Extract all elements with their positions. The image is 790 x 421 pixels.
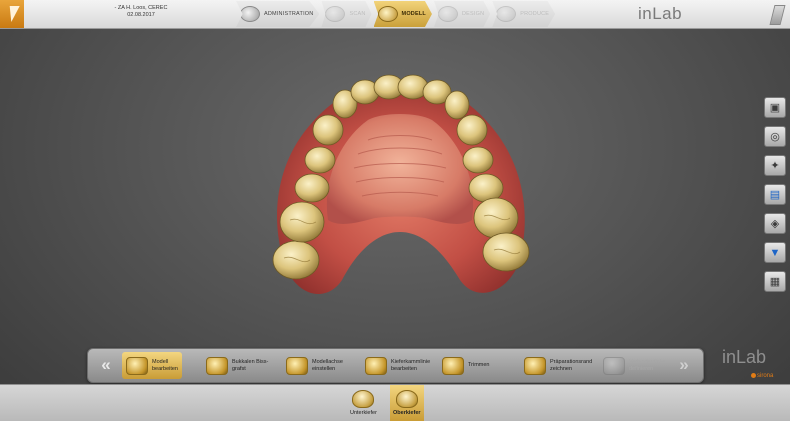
tooth xyxy=(304,146,336,174)
tooth xyxy=(272,240,320,280)
main-menu-button[interactable] xyxy=(0,0,24,28)
connector-thickness-icon xyxy=(603,356,625,375)
design-icon xyxy=(437,6,458,22)
catalog-icon: ▦ xyxy=(769,276,781,288)
tool-buccal-bite-label-1: Bukkalen Biss- xyxy=(232,359,269,365)
tooth xyxy=(294,173,330,203)
sirona-label: sirona xyxy=(757,373,774,379)
right-toolbar: ▣ ◎ ✦ ▤ ◈ ▼ ▦ xyxy=(764,97,788,292)
tool-prep-margin[interactable]: Präparationsrand zeichnen xyxy=(524,352,592,379)
jaw-selector: Unterkiefer Oberkiefer xyxy=(0,384,790,421)
lower-jaw-button[interactable]: Unterkiefer xyxy=(350,385,377,421)
case-date-label: 02.08.2017 xyxy=(127,12,155,18)
tool-model-axis-label-2: einstellen xyxy=(312,365,336,372)
rotate-button[interactable]: ◎ xyxy=(764,126,786,147)
tool-trim[interactable]: Trimmen xyxy=(442,352,490,379)
tooth xyxy=(482,232,530,272)
tool-prep-margin-label-2: zeichnen xyxy=(550,365,573,372)
step-toolbar: « Modell bearbeiten Bukkalen Biss-grafst … xyxy=(87,348,704,383)
brand-watermark: inLab xyxy=(722,347,767,367)
catalog-button[interactable]: ▦ xyxy=(764,271,786,292)
case-patient-label: - ZA H. Loos, CEREC xyxy=(114,5,168,11)
tooth xyxy=(462,146,494,174)
upper-jaw-model[interactable] xyxy=(250,70,550,320)
lower-jaw-label: Unterkiefer xyxy=(350,410,377,416)
view-cube-icon: ▣ xyxy=(769,102,781,114)
view-cube-button[interactable]: ▣ xyxy=(764,97,786,118)
lower-jaw-icon xyxy=(352,390,375,408)
scan-icon xyxy=(325,6,346,22)
step-administration[interactable]: ADMINISTRATION xyxy=(236,1,320,27)
tooth xyxy=(279,201,325,243)
step-scan-label: SCAN xyxy=(349,11,366,17)
model-icon xyxy=(377,6,398,22)
tooth xyxy=(473,197,519,239)
screenshot-button[interactable]: ▤ xyxy=(764,184,786,205)
next-page-button[interactable]: » xyxy=(670,353,698,378)
tool-edit-model-label-1: Modell xyxy=(152,359,169,365)
brand-logo: inLab xyxy=(638,4,683,23)
produce-icon xyxy=(496,6,517,22)
magic-wand-button[interactable]: ✦ xyxy=(764,155,786,176)
step-design-label: DESIGN xyxy=(461,11,485,17)
edit-model-icon xyxy=(126,356,148,375)
step-modell[interactable]: MODELL xyxy=(373,1,432,27)
tool-edit-model-label-2: bearbeiten xyxy=(152,365,178,372)
buccal-bite-icon xyxy=(206,356,228,375)
screenshot-icon: ▤ xyxy=(769,189,781,201)
prev-page-button[interactable]: « xyxy=(92,353,120,378)
tool-model-axis-label-1: Modellachse xyxy=(312,359,343,365)
trim-icon xyxy=(442,356,464,375)
upper-jaw-label: Oberkiefer xyxy=(393,410,421,416)
tool-connector-thickness-label-1: Verbinderdicke xyxy=(629,359,666,365)
save-icon: ▼ xyxy=(769,246,781,259)
workflow-steps: ADMINISTRATION SCAN MODELL DESIGN PRODUC… xyxy=(236,1,557,27)
sirona-dot-icon xyxy=(751,373,756,378)
step-modell-label: MODELL xyxy=(401,11,426,17)
tool-trim-label: Trimmen xyxy=(468,362,490,369)
top-bar: - ZA H. Loos, CEREC 02.08.2017 ADMINISTR… xyxy=(0,0,790,29)
case-info: - ZA H. Loos, CEREC 02.08.2017 xyxy=(96,5,186,19)
model-settings-button[interactable]: ◈ xyxy=(764,213,786,234)
tool-prep-margin-label-1: Präparationsrand xyxy=(550,359,593,365)
step-scan[interactable]: SCAN xyxy=(321,1,372,27)
rotate-icon: ◎ xyxy=(770,131,780,143)
model-axis-icon xyxy=(286,356,308,375)
step-produce[interactable]: PRODUCE xyxy=(492,1,556,27)
tool-model-axis[interactable]: Modellachse einstellen xyxy=(286,352,343,379)
magic-wand-icon: ✦ xyxy=(770,160,780,172)
tooth xyxy=(312,114,344,146)
upper-jaw-icon xyxy=(395,390,418,408)
tool-buccal-bite-label-2: grafst xyxy=(232,365,246,372)
exit-button[interactable] xyxy=(766,2,788,26)
tool-edit-model[interactable]: Modell bearbeiten xyxy=(122,352,182,379)
tool-connector-thickness[interactable]: Verbinderdicke definieren xyxy=(603,352,665,379)
step-administration-label: ADMINISTRATION xyxy=(264,11,314,17)
jaw-line-icon xyxy=(365,356,387,375)
tool-connector-thickness-label-2: definieren xyxy=(629,365,654,372)
model-settings-icon: ◈ xyxy=(770,218,780,230)
tool-jaw-line[interactable]: Kieferkammlinie bearbeiten xyxy=(365,352,430,379)
sirona-logo: sirona xyxy=(751,373,773,379)
step-design[interactable]: DESIGN xyxy=(433,1,491,27)
prep-margin-icon xyxy=(524,356,546,375)
upper-jaw-button[interactable]: Oberkiefer xyxy=(390,385,424,421)
tool-buccal-bite[interactable]: Bukkalen Biss-grafst xyxy=(206,352,268,379)
tool-jaw-line-label-2: bearbeiten xyxy=(391,365,417,372)
tool-jaw-line-label-1: Kieferkammlinie xyxy=(391,359,431,365)
step-produce-label: PRODUCE xyxy=(520,11,550,17)
tooth xyxy=(444,90,470,120)
save-button[interactable]: ▼ xyxy=(764,242,786,263)
administration-icon xyxy=(240,6,260,22)
tooth xyxy=(456,114,488,146)
